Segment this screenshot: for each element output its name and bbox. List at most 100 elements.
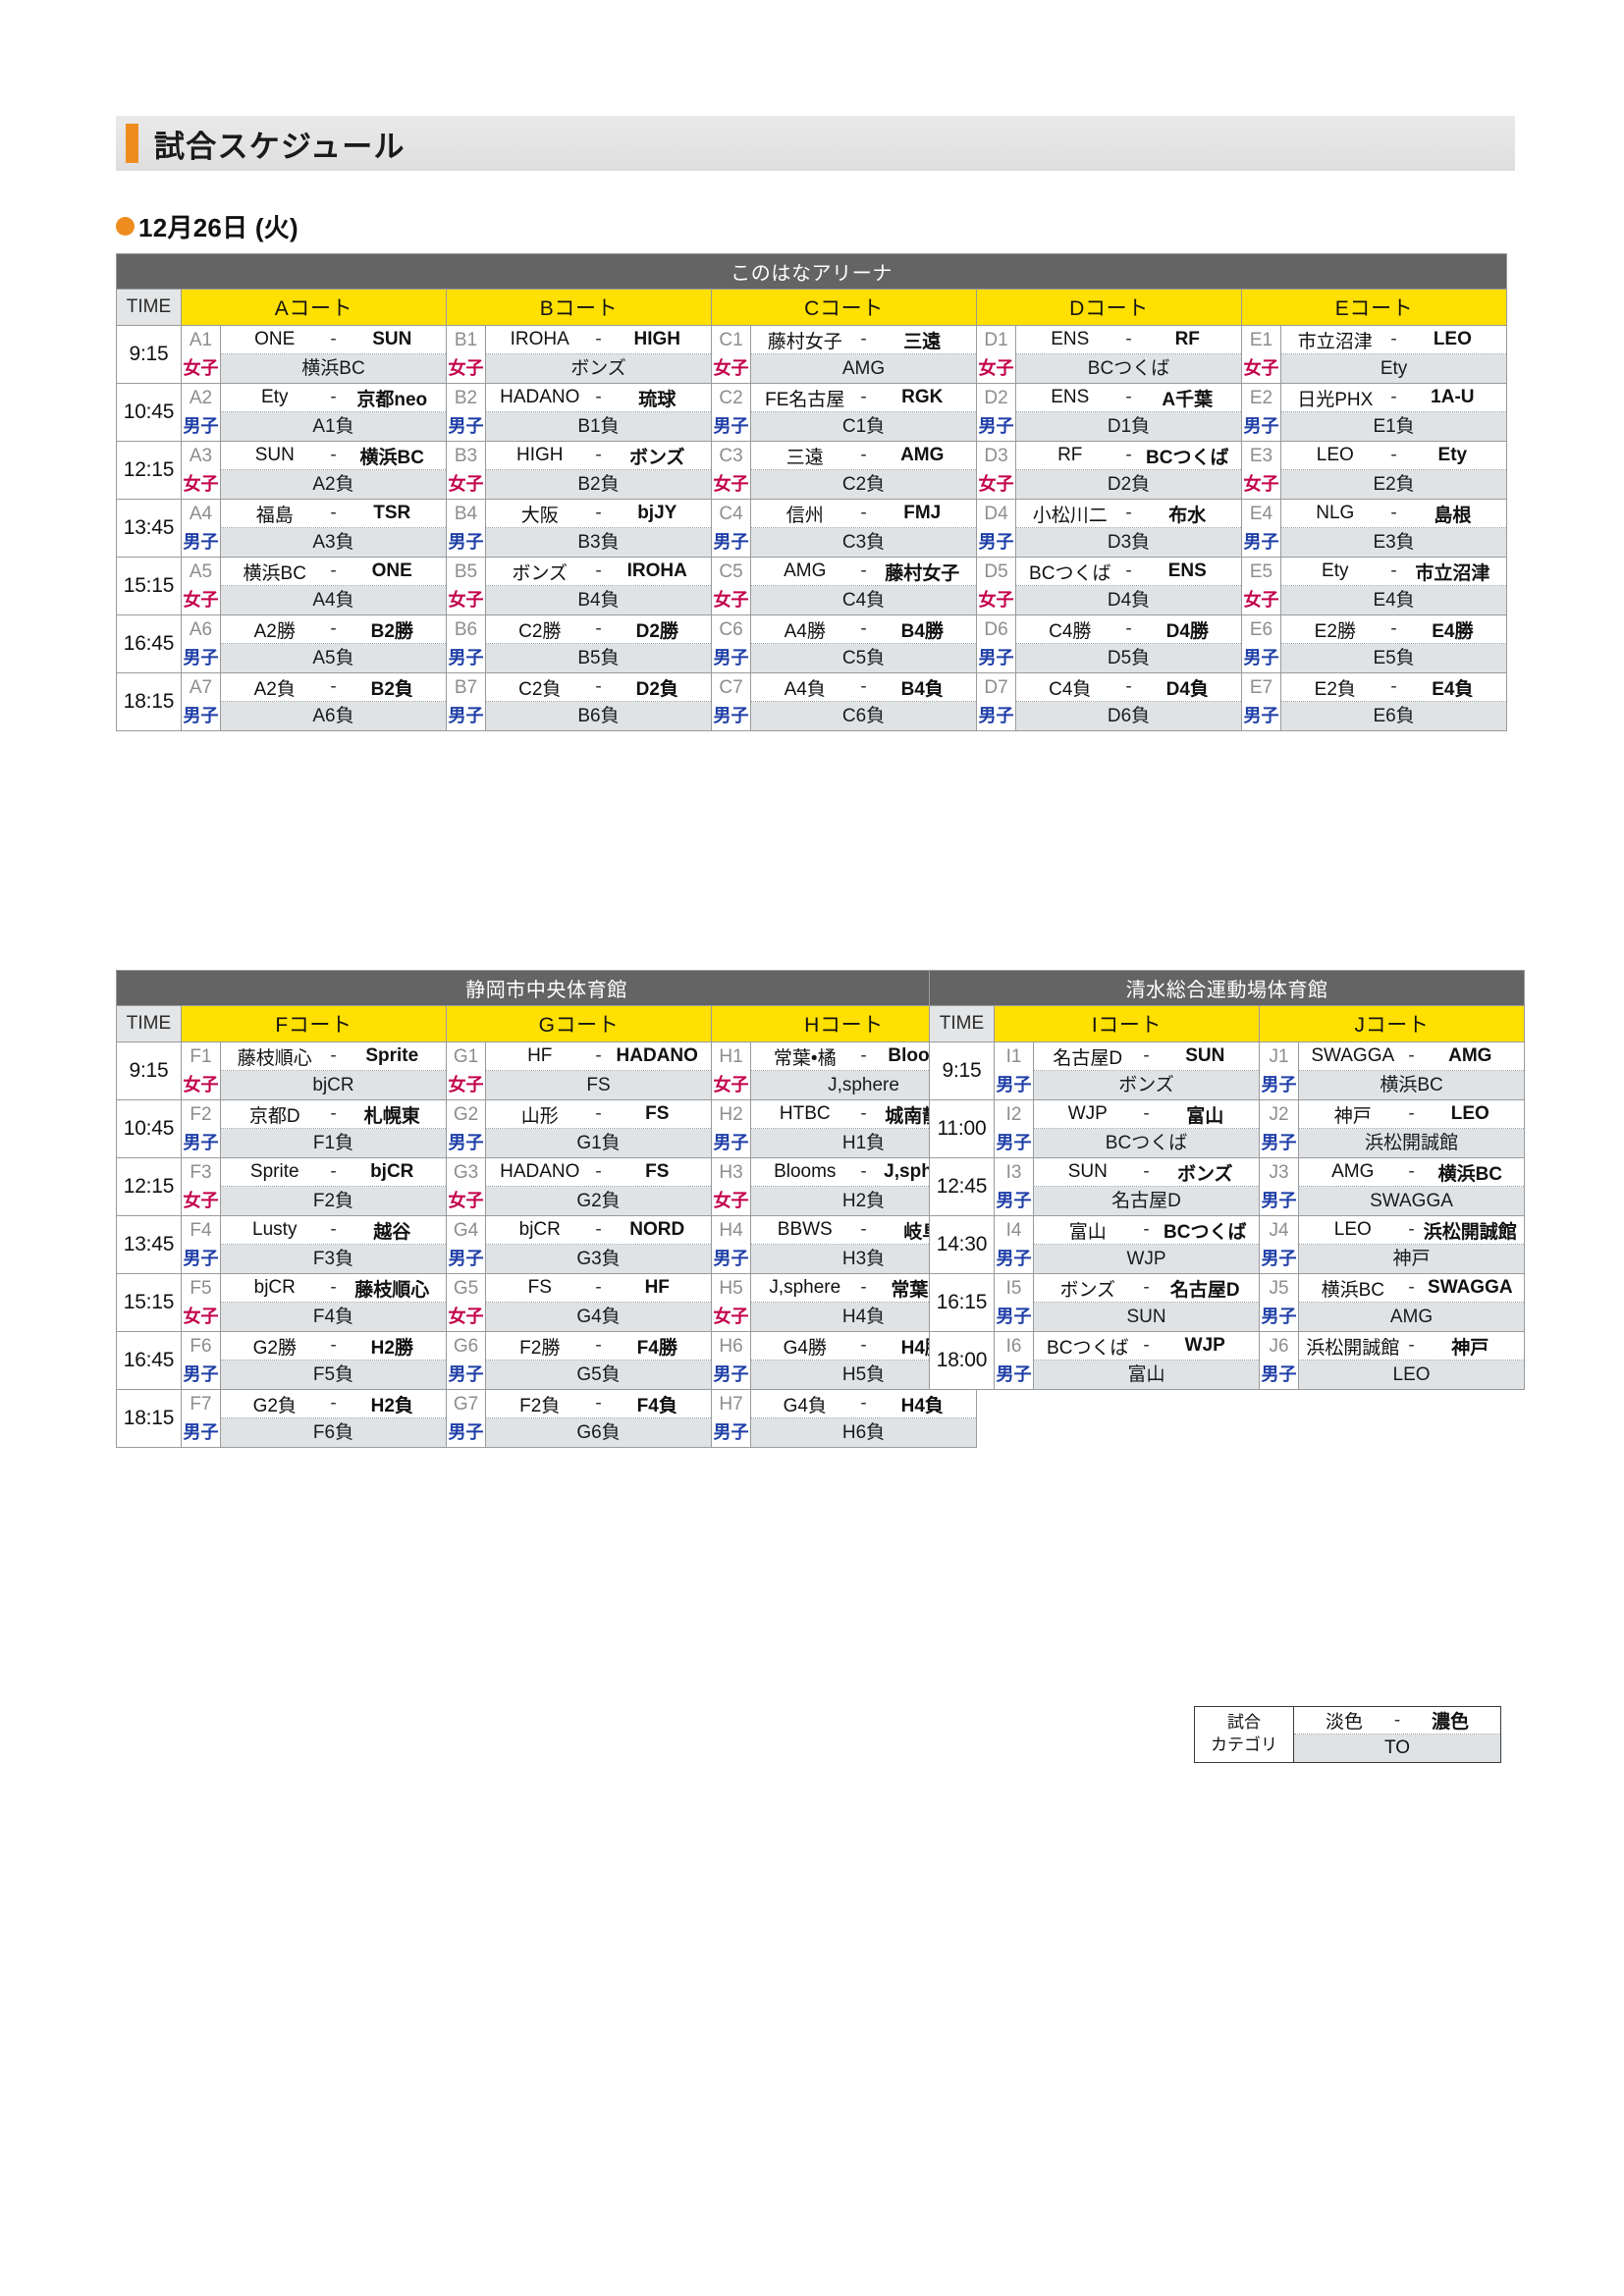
match-cell: 小松川二 - 布水 D3負 (1015, 499, 1242, 558)
home-team: C4勝 (1049, 620, 1092, 642)
match-code-cell: J5 男子 (1259, 1273, 1299, 1332)
versus-dash: - (595, 329, 602, 349)
match-code-cell: F6 男子 (181, 1331, 221, 1390)
matchup: ENS - RF (1016, 326, 1241, 354)
versus-dash: - (860, 1045, 867, 1066)
versus-dash: - (860, 618, 867, 639)
match-code-cell: J4 男子 (1259, 1215, 1299, 1274)
table-officials: BCつくば (1016, 354, 1241, 383)
matchup: Ety - 京都neo (221, 384, 446, 412)
match-cell: A2負 - B2負 A6負 (220, 672, 447, 731)
match-code-cell: A3 女子 (181, 441, 221, 500)
matchup: FS - HF (486, 1274, 711, 1303)
home-team: 藤村女子 (767, 331, 842, 352)
match-code-cell: E2 男子 (1241, 383, 1281, 442)
match-category: 女子 (183, 1075, 219, 1095)
versus-dash: - (860, 1161, 867, 1182)
time-slot: 12:15 (116, 441, 182, 500)
match-category: 女子 (448, 474, 484, 494)
away-team: bjCR (370, 1161, 414, 1182)
table-officials: WJP (1034, 1245, 1259, 1273)
match-cell: F2勝 - F4勝 G5負 (485, 1331, 712, 1390)
match-code: B5 (454, 561, 478, 582)
table-officials: C2負 (751, 470, 976, 499)
match-cell: BCつくば - ENS D4負 (1015, 557, 1242, 615)
matchup: C2勝 - D2勝 (486, 615, 711, 644)
table-officials: 浜松開誠館 (1299, 1129, 1525, 1157)
match-category: 男子 (183, 706, 219, 725)
court-header-Jコート: Jコート (1258, 1005, 1526, 1042)
versus-dash: - (595, 1393, 602, 1414)
table-officials: E3負 (1281, 528, 1507, 557)
match-category: 男子 (996, 1249, 1032, 1268)
versus-dash: - (1125, 561, 1132, 581)
away-team: B4負 (900, 678, 944, 700)
versus-dash: - (1390, 503, 1397, 523)
match-code-cell: D7 男子 (976, 672, 1016, 731)
match-code-cell: F4 男子 (181, 1215, 221, 1274)
away-team: 島根 (1434, 505, 1472, 526)
table-officials: H6負 (751, 1418, 976, 1447)
table-officials: G1負 (486, 1129, 711, 1157)
time-column-header: TIME (116, 289, 182, 326)
match-code: H1 (719, 1046, 743, 1067)
match-category: 男子 (183, 532, 219, 552)
home-team: C4負 (1049, 678, 1092, 700)
versus-dash: - (860, 561, 867, 581)
home-team: SWAGGA (1311, 1045, 1395, 1066)
match-code: J3 (1269, 1162, 1289, 1183)
versus-dash: - (330, 445, 337, 465)
match-code: F4 (189, 1220, 212, 1241)
matchup: BCつくば - WJP (1034, 1332, 1259, 1361)
table-row: 16:45 F6 男子 G2勝 - H2勝 F5負 G6 男子 F2勝 - F4勝 G5負 H6 男子 G4勝… (116, 1331, 977, 1390)
away-team: H4負 (900, 1395, 944, 1416)
home-team: G2勝 (252, 1337, 297, 1359)
versus-dash: - (1125, 329, 1132, 349)
time-slot: 10:45 (116, 383, 182, 442)
match-code: G3 (453, 1162, 479, 1183)
match-code-cell: F5 女子 (181, 1273, 221, 1332)
match-code: G5 (453, 1278, 479, 1299)
match-category: 男子 (183, 648, 219, 667)
match-code-cell: G3 女子 (446, 1157, 486, 1216)
match-category: 男子 (183, 1364, 219, 1384)
match-category: 男子 (713, 1422, 749, 1442)
match-code-cell: C5 女子 (711, 557, 751, 615)
versus-dash: - (1125, 387, 1132, 407)
home-team: 小松川二 (1032, 505, 1108, 526)
matchup: 藤枝順心 - Sprite (221, 1042, 446, 1071)
matchup: bjCR - 藤枝順心 (221, 1274, 446, 1303)
match-code-cell: A2 男子 (181, 383, 221, 442)
time-slot: 14:30 (929, 1215, 995, 1274)
away-team: FMJ (903, 503, 942, 523)
home-team: NLG (1316, 503, 1355, 523)
match-code-cell: B1 女子 (446, 325, 486, 384)
home-team: E2勝 (1314, 620, 1356, 642)
match-code: A6 (189, 619, 213, 640)
table-officials: BCつくば (1034, 1129, 1259, 1157)
away-team: D2勝 (635, 620, 678, 642)
away-team: LEO (1433, 329, 1472, 349)
match-category: 女子 (978, 590, 1014, 610)
match-category: 女子 (713, 474, 749, 494)
match-code-cell: G4 男子 (446, 1215, 486, 1274)
match-cell: 浜松開誠館 - 神戸 LEO (1297, 1331, 1526, 1390)
away-team: 神戸 (1451, 1337, 1489, 1359)
match-code: F6 (189, 1336, 212, 1357)
match-category: 男子 (448, 1133, 484, 1152)
versus-dash: - (595, 1277, 602, 1298)
match-cell: 横浜BC - SWAGGA AMG (1297, 1273, 1526, 1332)
match-code-cell: I1 男子 (994, 1041, 1034, 1100)
versus-dash: - (330, 1219, 337, 1240)
table-officials: Ety (1281, 354, 1507, 383)
table-officials: G2負 (486, 1187, 711, 1215)
schedule-table-1: このはなアリーナ TIME Aコート Bコート Cコート Dコート Eコート 9:15 A1 女子… (115, 253, 1508, 731)
time-column-header: TIME (929, 1005, 995, 1042)
versus-dash: - (1390, 445, 1397, 465)
matchup: A4勝 - B4勝 (751, 615, 976, 644)
versus-dash: - (330, 329, 337, 349)
home-team: 市立沼津 (1297, 331, 1373, 352)
versus-dash: - (1408, 1219, 1415, 1240)
away-team: NORD (629, 1219, 685, 1240)
match-cell: 京都D - 札幌東 F1負 (220, 1099, 447, 1158)
